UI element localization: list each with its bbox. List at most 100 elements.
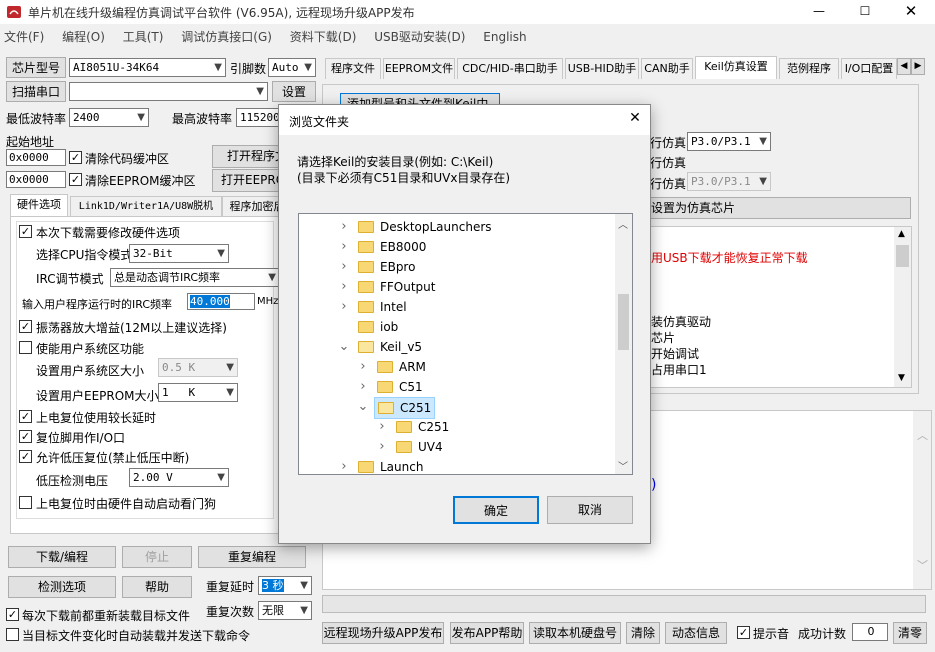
menu-usb-driver[interactable]: USB驱动安装(D) (374, 30, 465, 44)
tab-cdc-serial[interactable]: CDC/HID-串口助手 (457, 58, 563, 79)
cpu-mode-select[interactable]: 32-Bit ▼ (129, 244, 229, 263)
dynamic-info-button[interactable]: 动态信息 (665, 622, 727, 644)
chevron-right-icon[interactable]: › (375, 417, 389, 437)
info-scrollbar[interactable]: ▲ ▼ (894, 227, 911, 387)
chevron-right-icon[interactable]: › (337, 237, 351, 257)
watchdog-checkbox[interactable] (19, 496, 32, 509)
tab-io-config[interactable]: I/O口配置 (841, 58, 897, 79)
help-button[interactable]: 帮助 (122, 576, 192, 598)
tab-usb-hid[interactable]: USB-HID助手 (565, 58, 639, 79)
set-sim-chip-button[interactable]: 设置为仿真芯片 (612, 197, 911, 219)
repeat-count-select[interactable]: 无限 ▼ (258, 601, 312, 620)
chip-model-button[interactable]: 芯片型号 (6, 57, 66, 78)
max-baud-label: 最高波特率 (172, 112, 233, 126)
tab-eeprom-file[interactable]: EEPROM文件 (383, 58, 455, 79)
repeat-delay-select[interactable]: 3 秒 ▼ (258, 576, 312, 595)
ok-button[interactable]: 确定 (453, 496, 539, 524)
menu-english[interactable]: English (483, 30, 526, 44)
clear-eeprom-checkbox[interactable]: ✓ (69, 173, 82, 186)
clear-code-checkbox[interactable]: ✓ (69, 151, 82, 164)
sim1-select[interactable]: P3.0/P3.1 ▼ (687, 132, 771, 151)
sound-checkbox[interactable]: ✓ (737, 626, 750, 639)
irc-freq-input[interactable]: 40.000 (187, 293, 255, 310)
tab-scroll-right[interactable]: ▶ (911, 58, 925, 75)
repeat-count-label: 重复次数 (206, 605, 255, 619)
tab-hardware-options[interactable]: 硬件选项 (10, 194, 68, 217)
menu-file[interactable]: 文件(F) (4, 30, 44, 44)
reset-count-button[interactable]: 清零 (893, 622, 927, 644)
close-button[interactable]: ✕ (888, 0, 934, 24)
log-scrollbar[interactable]: ︿ ﹀ (913, 411, 931, 589)
setup-button[interactable]: 设置 (272, 81, 316, 102)
auto-load-checkbox[interactable] (6, 628, 19, 641)
chevron-down-icon[interactable]: ⌄ (337, 337, 351, 357)
pin-count-select[interactable]: Auto ▼ (268, 58, 316, 77)
reload-checkbox[interactable]: ✓ (6, 608, 19, 621)
chevron-right-icon[interactable]: › (337, 277, 351, 297)
read-disk-button[interactable]: 读取本机硬盘号 (529, 622, 621, 644)
menu-program[interactable]: 编程(O) (62, 30, 105, 44)
tree-scrollbar[interactable]: ︿ ﹀ (615, 214, 632, 474)
chevron-right-icon[interactable]: › (337, 217, 351, 237)
maximize-button[interactable]: ☐ (842, 0, 888, 24)
chevron-right-icon[interactable]: › (356, 357, 370, 377)
tree-item-label: C51 (399, 380, 423, 394)
tree-scroll-thumb[interactable] (618, 294, 629, 350)
min-baud-label: 最低波特率 (6, 112, 67, 126)
chevron-right-icon[interactable]: › (356, 377, 370, 397)
port-select[interactable]: ▼ (69, 82, 268, 101)
minimize-button[interactable]: — (796, 0, 842, 24)
folder-tree[interactable]: › DesktopLaunchers › EB8000 › EBpro › FFOutput ›… (298, 213, 633, 475)
eeprom-address-input[interactable]: 0x0000 (6, 171, 66, 188)
long-delay-checkbox[interactable]: ✓ (19, 410, 32, 423)
osc-gain-checkbox[interactable]: ✓ (19, 320, 32, 333)
dialog-close-icon[interactable]: ✕ (625, 110, 645, 130)
user-sys-area-checkbox[interactable] (19, 341, 32, 354)
tab-examples[interactable]: 范例程序 (779, 58, 839, 79)
tab-offline[interactable]: Link1D/Writer1A/U8W脱机 (70, 196, 222, 217)
repeat-program-button[interactable]: 重复编程 (198, 546, 306, 568)
chip-model-select[interactable]: AI8051U-34K64 ▼ (69, 58, 226, 77)
modify-hw-checkbox[interactable]: ✓ (19, 225, 32, 238)
chevron-right-icon[interactable]: › (375, 437, 389, 457)
folder-icon (358, 240, 374, 253)
detect-options-button[interactable]: 检测选项 (8, 576, 116, 598)
tree-scroll-up-icon[interactable]: ︿ (618, 216, 628, 231)
clear-code-label: 清除代码缓冲区 (85, 152, 170, 166)
eeprom-size-select[interactable]: 1 K ▼ (158, 383, 238, 402)
menu-tools[interactable]: 工具(T) (123, 30, 164, 44)
app-help-button[interactable]: 发布APP帮助 (450, 622, 524, 644)
log-link[interactable]: ) (651, 477, 656, 493)
right-tab-strip: 程序文件 EEPROM文件 CDC/HID-串口助手 USB-HID助手 CAN… (325, 56, 925, 80)
success-count-input: 0 (852, 623, 888, 641)
log-scroll-up-icon[interactable]: ︿ (917, 427, 928, 443)
chevron-right-icon[interactable]: › (337, 257, 351, 277)
info-scroll-down-icon[interactable]: ▼ (898, 373, 905, 383)
lvd-select[interactable]: 2.00 V ▼ (129, 468, 229, 487)
info-scroll-up-icon[interactable]: ▲ (898, 229, 905, 239)
chevron-right-icon[interactable]: › (337, 457, 351, 474)
chevron-right-icon[interactable]: › (337, 297, 351, 317)
tab-program-file[interactable]: 程序文件 (325, 58, 381, 79)
cancel-button[interactable]: 取消 (547, 496, 633, 524)
reset-io-checkbox[interactable]: ✓ (19, 430, 32, 443)
info-scroll-thumb[interactable] (896, 245, 909, 267)
tree-scroll-down-icon[interactable]: ﹀ (618, 458, 628, 473)
lvr-checkbox[interactable]: ✓ (19, 450, 32, 463)
eeprom-size-label: 设置用户EEPROM大小 (36, 389, 159, 403)
dialog-instruction-1: 请选择Keil的安装目录(例如: C:\Keil) (297, 155, 494, 169)
min-baud-select[interactable]: 2400 ▼ (69, 108, 149, 127)
clear-button[interactable]: 清除 (626, 622, 660, 644)
menu-download[interactable]: 资料下载(D) (290, 30, 357, 44)
menu-debug[interactable]: 调试仿真接口(G) (181, 30, 272, 44)
download-button[interactable]: 下载/编程 (8, 546, 116, 568)
remote-upgrade-button[interactable]: 远程现场升级APP发布 (322, 622, 444, 644)
tab-can[interactable]: CAN助手 (641, 58, 693, 79)
tab-scroll-left[interactable]: ◀ (897, 58, 911, 75)
log-scroll-down-icon[interactable]: ﹀ (917, 557, 928, 573)
scan-port-button[interactable]: 扫描串口 (6, 81, 66, 102)
chevron-down-icon[interactable]: ⌄ (356, 397, 370, 417)
code-address-input[interactable]: 0x0000 (6, 149, 66, 166)
irc-mode-select[interactable]: 总是动态调节IRC频率 ▼ (110, 268, 280, 287)
tab-keil-sim[interactable]: Keil仿真设置 (695, 56, 777, 79)
